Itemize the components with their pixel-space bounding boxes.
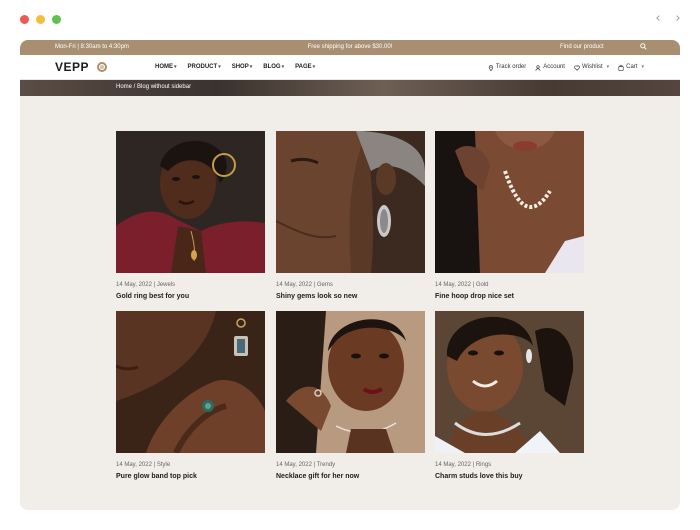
chevron-down-icon: ▾ [249,64,253,70]
menu-label: BLOG [263,64,281,70]
menu-label: HOME [155,64,173,70]
breadcrumb-banner: Home / Blog without sidebar [20,80,680,96]
account-label: Account [543,64,565,70]
menu-label: PAGE [295,64,312,70]
cart-icon [618,64,624,71]
forward-arrow-icon[interactable]: › [672,11,684,27]
heart-icon [574,65,580,71]
breadcrumb: Home / Blog without sidebar [116,84,191,91]
blog-thumbnail[interactable] [116,131,265,273]
post-date: 14 May, 2022 [435,462,471,468]
post-category[interactable]: Trendy [317,462,335,468]
post-meta: 14 May, 2022 | Jewels [116,282,176,288]
wishlist-link[interactable]: Wishlist ▾ [574,64,609,71]
header-actions: Track order Account Wishlist ▾ Cart ▾ [488,64,644,71]
portrait-pearl-necklace-image [435,131,584,273]
post-date: 14 May, 2022 [116,462,152,468]
post-title[interactable]: Necklace gift for her now [276,473,359,481]
wishlist-label: Wishlist [581,64,603,70]
blog-thumbnail[interactable] [116,311,265,453]
track-order-link[interactable]: Track order [488,64,526,71]
post-category[interactable]: Gems [317,282,333,288]
post-date: 14 May, 2022 [435,282,471,288]
post-title[interactable]: Shiny gems look so new [276,293,357,301]
blog-card: 14 May, 2022 | Style Pure glow band top … [116,311,265,480]
post-title[interactable]: Charm studs love this buy [435,473,523,481]
post-category[interactable]: Jewels [157,282,175,288]
chevron-down-icon: ▾ [312,64,316,70]
post-meta: 14 May, 2022 | Style [116,462,171,468]
post-category[interactable]: Gold [476,282,489,288]
user-icon [535,64,541,71]
portrait-silver-earring-image [276,131,425,273]
portrait-emerald-ring-image [116,311,265,453]
post-title[interactable]: Fine hoop drop nice set [435,293,514,301]
announcement-bar: Mon-Fri | 8:30am to 4:30pm Free shipping… [20,40,680,55]
menu-label: SHOP [231,64,249,70]
menu-home[interactable]: HOME ▾ [155,64,177,71]
main-menu: HOME ▾ PRODUCT ▾ SHOP ▾ BLOG ▾ PAGE ▾ [155,64,315,71]
cart-label: Cart [626,64,638,70]
portrait-charm-studs-image [435,311,584,453]
menu-label: PRODUCT [187,64,218,70]
post-meta: 14 May, 2022 | Gold [435,282,489,288]
menu-shop[interactable]: SHOP ▾ [232,64,253,71]
chevron-down-icon: ▾ [281,64,285,70]
post-date: 14 May, 2022 [276,282,312,288]
location-pin-icon [488,64,493,71]
post-date: 14 May, 2022 [276,462,312,468]
minimize-window-dot[interactable] [36,15,45,24]
post-category[interactable]: Style [157,462,170,468]
breadcrumb-home-link[interactable]: Home [116,84,132,90]
search-icon[interactable] [640,43,647,50]
blog-card: 14 May, 2022 | Trendy Necklace gift for … [276,311,425,480]
post-title[interactable]: Pure glow band top pick [116,473,197,481]
post-category[interactable]: Rings [476,462,491,468]
chevron-down-icon: ▾ [218,64,221,70]
blog-thumbnail[interactable] [276,131,425,273]
close-window-dot[interactable] [20,15,29,24]
blog-thumbnail[interactable] [435,311,584,453]
back-arrow-icon[interactable]: ‹ [652,11,664,27]
portrait-gold-hoop-image [116,131,265,273]
chevron-down-icon: ▾ [174,64,177,70]
blog-card: 14 May, 2022 | Gold Fine hoop drop nice … [435,131,584,300]
blog-thumbnail[interactable] [276,311,425,453]
find-product-link[interactable]: Find our product [560,44,604,51]
post-meta: 14 May, 2022 | Gems [276,282,333,288]
site-header: VEPP HOME ▾ PRODUCT ▾ SHOP ▾ BLOG ▾ PAGE ▾ Tr… [20,55,680,80]
maximize-window-dot[interactable] [52,15,61,24]
portrait-necklace-image [276,311,425,453]
menu-product[interactable]: PRODUCT ▾ [188,64,221,71]
chevron-down-icon: ▾ [641,64,644,70]
breadcrumb-current: Blog without sidebar [137,84,192,90]
chevron-down-icon: ▾ [606,64,610,70]
cart-link[interactable]: Cart ▾ [618,64,644,71]
post-meta: 14 May, 2022 | Trendy [276,462,336,468]
post-date: 14 May, 2022 [116,282,152,288]
blog-card: 14 May, 2022 | Gems Shiny gems look so n… [276,131,425,300]
menu-page[interactable]: PAGE ▾ [295,64,315,71]
browser-chrome: ‹ › [0,0,700,40]
post-title[interactable]: Gold ring best for you [116,293,189,301]
menu-blog[interactable]: BLOG ▾ [263,64,284,71]
account-link[interactable]: Account [535,64,565,71]
site-logo[interactable]: VEPP [55,61,89,74]
blog-thumbnail[interactable] [435,131,584,273]
blog-card: 14 May, 2022 | Rings Charm studs love th… [435,311,584,480]
logo-ring-icon[interactable] [97,62,107,72]
post-meta: 14 May, 2022 | Rings [435,462,492,468]
blog-card: 14 May, 2022 | Jewels Gold ring best for… [116,131,265,300]
track-order-label: Track order [495,64,527,70]
